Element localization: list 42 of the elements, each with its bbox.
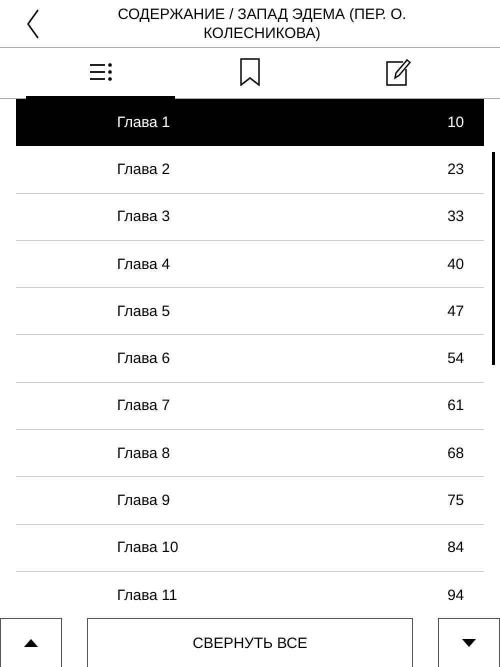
page-number: 94 [447, 586, 464, 604]
chapter-row[interactable]: Глава 8 68 [16, 430, 484, 478]
page-number: 10 [447, 114, 464, 131]
chapter-title: Глава 10 [117, 539, 180, 556]
bookmark-icon [240, 58, 260, 86]
chapter-title: Глава 9 [117, 492, 172, 510]
page-number: 84 [447, 539, 464, 556]
page-number: 75 [447, 492, 464, 510]
page-number: 33 [447, 208, 464, 226]
chapter-title: Глава 6 [117, 350, 172, 368]
page-number: 23 [447, 160, 464, 178]
chapter-row[interactable]: Глава 7 61 [16, 382, 484, 430]
scroll-down-button[interactable] [438, 618, 500, 667]
chapter-row[interactable]: Глава 4 40 [16, 240, 484, 288]
page-number: 68 [447, 444, 464, 462]
chapter-row[interactable]: Глава 1 10 [16, 99, 484, 146]
chapter-row[interactable]: Глава 3 33 [16, 194, 484, 241]
list-icon [88, 62, 113, 82]
chapter-title: Глава 4 [117, 256, 172, 273]
page-number: 47 [447, 302, 464, 320]
chapter-row[interactable]: Глава 9 75 [16, 477, 484, 525]
chapter-row[interactable]: Глава 5 47 [16, 288, 484, 336]
chapter-row[interactable]: Глава 2 23 [16, 146, 484, 194]
chapter-row[interactable]: Глава 10 84 [16, 524, 484, 572]
page-number: 61 [447, 397, 464, 414]
chapter-title: Глава 1 [117, 114, 172, 131]
page-number: 40 [447, 256, 464, 273]
chapter-title: Глава 8 [117, 444, 172, 462]
collapse-all-button[interactable]: СВЕРНУТЬ ВСЕ [87, 618, 413, 667]
chapter-title: Глава 7 [117, 397, 172, 414]
back-icon[interactable] [26, 8, 40, 38]
window-title: СОДЕРЖАНИЕ / ЗАПАД ЭДЕМА (ПЕР. О. КОЛЕСНИКОВА) [116, 4, 408, 42]
scroll-up-button[interactable] [0, 618, 62, 667]
chapter-title: Глава 11 [117, 586, 178, 604]
edit-icon [386, 58, 412, 86]
page-number: 54 [447, 350, 464, 368]
chapter-row[interactable]: Глава 6 54 [16, 335, 484, 383]
chapter-title: Глава 5 [117, 302, 172, 320]
up-triangle-icon [24, 639, 38, 647]
down-triangle-icon [462, 639, 476, 647]
chapter-title: Глава 2 [117, 160, 172, 178]
chapter-title: Глава 3 [117, 208, 172, 226]
